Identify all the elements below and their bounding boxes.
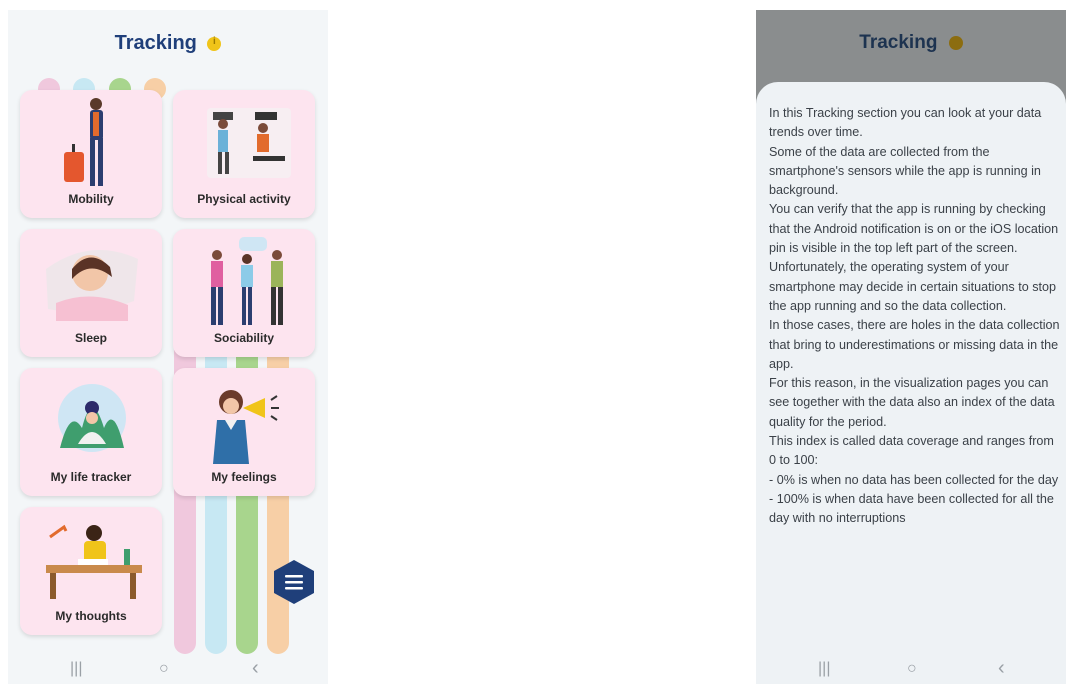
info-icon[interactable] bbox=[948, 35, 963, 50]
tile-label: My feelings bbox=[211, 470, 277, 484]
home-icon[interactable]: ○ bbox=[907, 660, 917, 678]
system-nav-bar: ||| ○ ‹ bbox=[756, 656, 1066, 684]
info-line: This index is called data coverage and r… bbox=[769, 434, 1054, 468]
writing-illustration bbox=[46, 524, 142, 599]
info-line: Some of the data are collected from the … bbox=[769, 144, 1041, 198]
home-icon[interactable]: ○ bbox=[159, 660, 169, 678]
tile-label: Mobility bbox=[68, 192, 114, 206]
recents-icon[interactable]: ||| bbox=[70, 660, 82, 678]
tile-sleep[interactable]: Sleep bbox=[20, 229, 162, 357]
tile-my-feelings[interactable]: My feelings bbox=[173, 368, 315, 496]
recents-icon[interactable]: ||| bbox=[818, 660, 830, 678]
back-icon[interactable]: ‹ bbox=[252, 657, 259, 680]
people-illustration bbox=[211, 237, 283, 325]
header: Tracking bbox=[756, 32, 1066, 54]
info-line: You can verify that the app is running b… bbox=[769, 202, 1059, 256]
info-line: In this Tracking section you can look at… bbox=[769, 106, 1042, 140]
info-line: For this reason, in the visualization pa… bbox=[769, 376, 1055, 429]
info-line: - 0% is when no data has been collected … bbox=[769, 472, 1059, 487]
tile-label: My life tracker bbox=[50, 470, 132, 484]
tile-my-life-tracker[interactable]: My life tracker bbox=[20, 368, 162, 496]
info-line: Unfortunately, the operating system of y… bbox=[769, 260, 1057, 313]
hamburger-icon bbox=[285, 575, 303, 590]
info-line: In those cases, there are holes in the d… bbox=[769, 318, 1060, 371]
tracking-info-screen: Tracking In this Tracking section you ca… bbox=[756, 10, 1066, 684]
tile-physical-activity[interactable]: Physical activity bbox=[173, 90, 315, 218]
info-text: In this Tracking section you can look at… bbox=[769, 104, 1061, 529]
megaphone-illustration bbox=[213, 390, 279, 464]
tile-label: Physical activity bbox=[197, 192, 291, 206]
tile-mobility[interactable]: Mobility bbox=[20, 90, 162, 218]
page-title: Tracking bbox=[114, 32, 197, 54]
gym-illustration bbox=[207, 108, 291, 178]
meditation-illustration bbox=[58, 384, 126, 452]
tile-label: Sleep bbox=[74, 331, 107, 345]
info-bottom-sheet[interactable]: In this Tracking section you can look at… bbox=[756, 82, 1066, 684]
tile-my-thoughts[interactable]: My thoughts bbox=[20, 507, 162, 635]
sleeping-illustration bbox=[46, 250, 138, 321]
menu-button[interactable] bbox=[274, 560, 314, 604]
system-nav-bar: ||| ○ ‹ bbox=[8, 656, 328, 684]
tile-label: Sociability bbox=[213, 331, 275, 345]
info-line: - 100% is when data have been collected … bbox=[769, 491, 1054, 526]
header: Tracking bbox=[8, 32, 328, 55]
traveler-illustration bbox=[64, 98, 103, 186]
page-title: Tracking bbox=[859, 32, 938, 53]
tracking-screen: Tracking Mobility bbox=[8, 10, 328, 684]
back-icon[interactable]: ‹ bbox=[998, 657, 1005, 680]
info-icon[interactable] bbox=[207, 36, 222, 51]
tile-sociability[interactable]: Sociability bbox=[173, 229, 315, 357]
tile-label: My thoughts bbox=[55, 609, 127, 623]
